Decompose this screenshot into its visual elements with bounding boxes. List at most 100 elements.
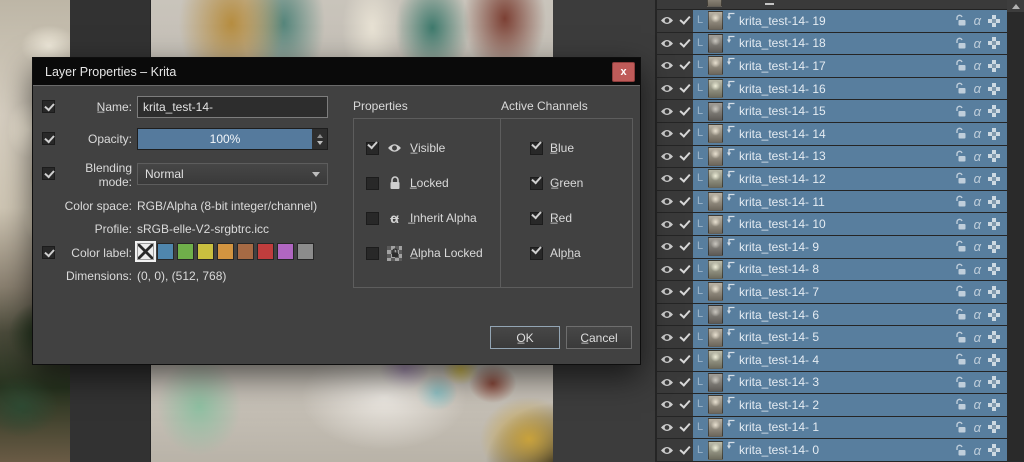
layer-select-check[interactable]	[676, 348, 693, 371]
locked-item[interactable]: L̲ocked	[366, 174, 449, 192]
layer-row-main[interactable]: L krita_test-14- 8 α	[693, 258, 1007, 281]
layer-row-main[interactable]: L krita_test-14- 10 α	[693, 213, 1007, 235]
unlock-icon[interactable]	[954, 82, 967, 95]
layer-row[interactable]: L krita_test-14- 0 α	[657, 439, 1007, 462]
channel-green-item[interactable]: G̲reen	[530, 174, 583, 192]
layer-row[interactable]: L krita_test-14- 15 α	[657, 100, 1007, 123]
layer-visibility-toggle[interactable]	[657, 326, 676, 348]
layer-row-main[interactable]: L krita_test-14- 1 α	[693, 416, 1007, 439]
layer-select-check[interactable]	[676, 168, 693, 190]
layer-visibility-toggle[interactable]	[657, 258, 676, 281]
inherit-alpha-checker-icon[interactable]	[988, 376, 1000, 389]
inherit-alpha-checker-icon[interactable]	[988, 353, 1000, 366]
unlock-icon[interactable]	[954, 353, 967, 366]
inherit-alpha-checkbox[interactable]	[366, 211, 379, 225]
inherit-alpha-checker-icon[interactable]	[988, 82, 1000, 95]
layer-row-main[interactable]: L krita_test-14- 5 α	[693, 326, 1007, 348]
color-swatch[interactable]	[277, 243, 294, 260]
color-swatch[interactable]	[237, 243, 254, 260]
layer-row[interactable]: L krita_test-14- 9 α	[657, 235, 1007, 259]
layer-select-check[interactable]	[676, 190, 693, 213]
alpha-icon[interactable]: α	[974, 82, 981, 95]
layer-select-check[interactable]	[676, 281, 693, 303]
layer-row-main[interactable]: L krita_test-14- 17 α	[693, 55, 1007, 77]
channel-green-checkbox[interactable]	[530, 176, 543, 190]
layer-row-main[interactable]: L krita_test-14- 12 α	[693, 168, 1007, 190]
alpha-icon[interactable]: α	[974, 353, 981, 366]
layer-row-main[interactable]: L krita_test-14- 13 α	[693, 145, 1007, 168]
layer-select-check[interactable]	[676, 326, 693, 348]
layer-row[interactable]: L krita_test-14- 6 α	[657, 303, 1007, 327]
layer-row-main[interactable]: L krita_test-14- 16 α	[693, 77, 1007, 100]
layer-row[interactable]: L krita_test-14- 14 α	[657, 122, 1007, 146]
inherit-alpha-checker-icon[interactable]	[988, 421, 1000, 434]
unlock-icon[interactable]	[954, 376, 967, 389]
inherit-alpha-checker-icon[interactable]	[988, 263, 1000, 276]
layer-row[interactable]: L krita_test-14- 11 α	[657, 190, 1007, 214]
layer-select-check[interactable]	[676, 213, 693, 235]
blending-checkbox[interactable]	[42, 167, 55, 180]
color-swatch[interactable]	[137, 243, 154, 260]
cancel-button[interactable]: C̲ancel	[566, 326, 632, 349]
name-checkbox[interactable]	[42, 100, 55, 113]
layer-visibility-toggle[interactable]	[657, 190, 676, 213]
layer-row-main[interactable]: L krita_test-14- 15 α	[693, 100, 1007, 122]
layer-select-check[interactable]	[676, 371, 693, 394]
unlock-icon[interactable]	[954, 285, 967, 298]
scrollbar-up-button[interactable]	[1007, 0, 1024, 12]
layer-row-main[interactable]: L krita_test-14- 7 α	[693, 281, 1007, 303]
alpha-icon[interactable]: α	[974, 421, 981, 434]
unlock-icon[interactable]	[954, 127, 967, 140]
layer-visibility-toggle[interactable]	[657, 32, 676, 55]
alpha-icon[interactable]: α	[974, 308, 981, 321]
layer-row[interactable]: L krita_test-14- 2 α	[657, 394, 1007, 417]
blending-mode-dropdown[interactable]: Normal	[137, 163, 328, 185]
opacity-checkbox[interactable]	[42, 132, 55, 145]
layer-select-check[interactable]	[676, 100, 693, 122]
unlock-icon[interactable]	[954, 37, 967, 50]
layer-row[interactable]: L krita_test-14- 10 α	[657, 213, 1007, 236]
alpha-icon[interactable]: α	[974, 444, 981, 457]
channel-blue-item[interactable]: B̲lue	[530, 139, 574, 157]
clipped-layer-row[interactable]	[657, 0, 1007, 10]
layer-select-check[interactable]	[676, 55, 693, 77]
layer-visibility-toggle[interactable]	[657, 348, 676, 371]
color-swatch[interactable]	[217, 243, 234, 260]
unlock-icon[interactable]	[954, 444, 967, 457]
color-swatch[interactable]	[297, 243, 314, 260]
unlock-icon[interactable]	[954, 218, 967, 231]
inherit-alpha-checker-icon[interactable]	[988, 37, 1000, 50]
alpha-icon[interactable]: α	[974, 240, 981, 253]
channel-alpha-item[interactable]: Alph̲a	[530, 244, 581, 262]
inherit-alpha-checker-icon[interactable]	[988, 105, 1000, 118]
dialog-titlebar[interactable]: Layer Properties – Krita x	[33, 58, 640, 85]
layer-visibility-toggle[interactable]	[657, 77, 676, 100]
inherit-alpha-checker-icon[interactable]	[988, 172, 1000, 185]
alpha-locked-item[interactable]: A̲lpha Locked	[366, 244, 483, 262]
inherit-alpha-checker-icon[interactable]	[988, 240, 1000, 253]
opacity-slider[interactable]: 100%	[137, 128, 328, 150]
unlock-icon[interactable]	[954, 308, 967, 321]
alpha-icon[interactable]: α	[974, 105, 981, 118]
inherit-alpha-checker-icon[interactable]	[988, 444, 1000, 457]
alpha-icon[interactable]: α	[974, 218, 981, 231]
unlock-icon[interactable]	[954, 14, 967, 27]
spin-down-icon[interactable]	[316, 140, 323, 145]
inherit-alpha-checker-icon[interactable]	[988, 195, 1000, 208]
layer-row-main[interactable]: L krita_test-14- 11 α	[693, 190, 1007, 213]
layer-visibility-toggle[interactable]	[657, 371, 676, 394]
layer-visibility-toggle[interactable]	[657, 235, 676, 258]
layer-visibility-toggle[interactable]	[657, 416, 676, 439]
color-swatch[interactable]	[197, 243, 214, 260]
alpha-icon[interactable]: α	[974, 376, 981, 389]
alpha-icon[interactable]: α	[974, 285, 981, 298]
inherit-alpha-checker-icon[interactable]	[988, 127, 1000, 140]
layer-select-check[interactable]	[676, 303, 693, 326]
inherit-alpha-checker-icon[interactable]	[988, 331, 1000, 344]
unlock-icon[interactable]	[954, 421, 967, 434]
unlock-icon[interactable]	[954, 240, 967, 253]
layer-select-check[interactable]	[676, 416, 693, 439]
layer-select-check[interactable]	[676, 122, 693, 145]
layer-select-check[interactable]	[676, 235, 693, 258]
layer-visibility-toggle[interactable]	[657, 55, 676, 77]
